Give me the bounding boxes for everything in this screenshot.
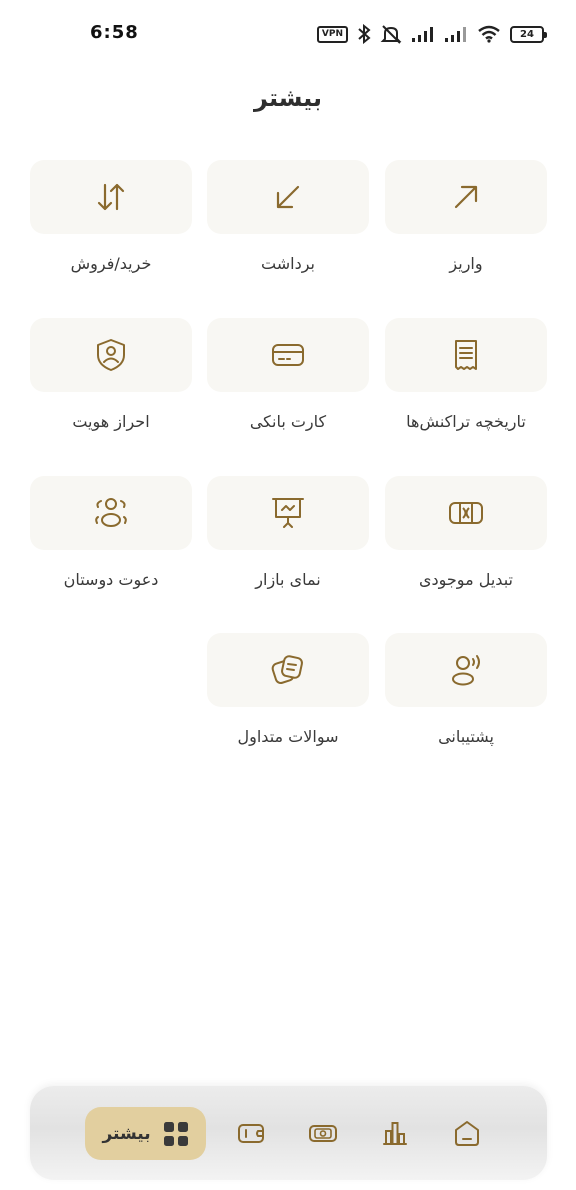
credit-card-icon	[272, 344, 304, 366]
menu-item-buy-sell[interactable]: خرید/فروش	[30, 160, 192, 273]
withdraw-card[interactable]	[207, 160, 369, 234]
menu-label: سوالات متداول	[237, 727, 339, 746]
menu-item-history[interactable]: تاریخچه تراکنش‌ها	[385, 318, 547, 431]
presentation-chart-icon	[272, 498, 304, 528]
kyc-card[interactable]	[30, 318, 192, 392]
bank-card-card[interactable]	[207, 318, 369, 392]
home-icon	[455, 1121, 479, 1146]
chat-cards-icon	[271, 655, 303, 684]
status-icons: VPN 24	[316, 24, 547, 44]
wifi-icon	[478, 25, 500, 43]
menu-label: برداشت	[261, 254, 315, 273]
menu-item-market[interactable]: نمای بازار	[207, 476, 369, 589]
receipt-icon	[455, 340, 477, 370]
menu-label: پشتیبانی	[438, 727, 494, 746]
arrow-up-right-icon	[454, 185, 478, 209]
menu-item-bank-card[interactable]: کارت بانکی	[207, 318, 369, 431]
shield-user-icon	[97, 339, 125, 371]
page-title: بیشتر	[254, 84, 322, 112]
menu-label: کارت بانکی	[249, 412, 327, 431]
status-bar: 6:58 VPN 24	[0, 0, 576, 70]
menu-item-deposit[interactable]: واریز	[385, 160, 547, 273]
nav-tab-more-label: بیشتر	[102, 1123, 151, 1144]
menu-label: خرید/فروش	[70, 254, 152, 273]
users-icon	[95, 498, 127, 527]
bluetooth-icon	[358, 24, 371, 44]
cash-icon	[309, 1125, 337, 1142]
menu-item-support[interactable]: پشتیبانی	[385, 633, 547, 746]
convert-card[interactable]	[385, 476, 547, 550]
menu-item-invite[interactable]: دعوت دوستان	[30, 476, 192, 589]
market-card[interactable]	[207, 476, 369, 550]
menu-item-withdraw[interactable]: برداشت	[207, 160, 369, 273]
menu-label: تاریخچه تراکنش‌ها	[406, 412, 526, 431]
support-card[interactable]	[385, 633, 547, 707]
menu-item-faq[interactable]: سوالات متداول	[207, 633, 369, 746]
signal-icon	[445, 27, 466, 42]
menu-label: نمای بازار	[255, 570, 321, 589]
status-time: 6:58	[90, 22, 139, 43]
menu-label: واریز	[449, 254, 483, 273]
nav-tab-cash[interactable]	[298, 1108, 348, 1158]
support-icon	[452, 655, 480, 686]
bottom-nav: بیشتر	[30, 1086, 547, 1180]
arrow-down-left-icon	[276, 185, 300, 209]
grid-icon	[163, 1121, 188, 1146]
menu-item-kyc[interactable]: احراز هویت	[30, 318, 192, 431]
buy-sell-card[interactable]	[30, 160, 192, 234]
chart-icon	[383, 1122, 407, 1145]
nav-tab-more[interactable]: بیشتر	[85, 1107, 206, 1160]
wallet-icon	[238, 1124, 264, 1143]
invite-card[interactable]	[30, 476, 192, 550]
menu-label: دعوت دوستان	[63, 570, 159, 589]
nav-tab-home[interactable]	[442, 1108, 492, 1158]
vpn-icon: VPN	[316, 25, 348, 43]
convert-balance-icon	[449, 502, 483, 524]
menu-item-convert[interactable]: تبدیل موجودی	[385, 476, 547, 589]
nav-tab-market[interactable]	[370, 1108, 420, 1158]
menu-grid: واریز برداشت خرید/فروش تاریخچه تراکنش‌ها…	[30, 160, 547, 760]
menu-label: تبدیل موجودی	[419, 570, 513, 589]
signal-icon	[412, 27, 433, 42]
deposit-card[interactable]	[385, 160, 547, 234]
mute-icon	[380, 25, 402, 44]
battery-icon: 24	[510, 25, 547, 43]
history-card[interactable]	[385, 318, 547, 392]
swap-vertical-icon	[97, 183, 125, 211]
menu-label: احراز هویت	[72, 412, 150, 431]
faq-card[interactable]	[207, 633, 369, 707]
nav-tab-wallet[interactable]	[226, 1108, 276, 1158]
